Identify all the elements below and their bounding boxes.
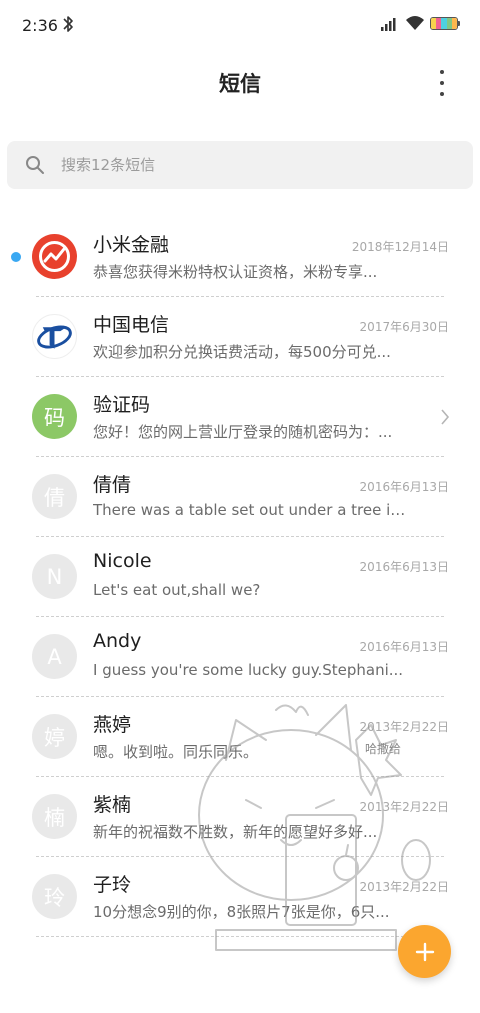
contact-avatar: N bbox=[32, 554, 77, 599]
battery-icon bbox=[430, 17, 458, 30]
contact-name: 燕婷 bbox=[93, 714, 132, 736]
conversation-item[interactable]: 码 验证码 您好！您的网上营业厅登录的随机密码为：... bbox=[0, 377, 480, 457]
contact-name: 倩倩 bbox=[93, 474, 132, 496]
contact-name: Nicole bbox=[93, 550, 152, 572]
contact-avatar: 倩 bbox=[32, 474, 77, 519]
chevron-right-icon bbox=[441, 409, 450, 425]
unread-dot bbox=[11, 252, 21, 262]
more-vertical-icon[interactable] bbox=[432, 70, 452, 96]
search-bar[interactable] bbox=[7, 141, 473, 189]
china-telecom-logo-icon bbox=[37, 325, 72, 349]
message-preview: I guess you're some lucky guy.Stephani..… bbox=[93, 661, 404, 679]
contact-avatar: 玲 bbox=[32, 874, 77, 919]
mi-finance-avatar bbox=[32, 234, 77, 279]
page-title: 短信 bbox=[219, 72, 261, 96]
bluetooth-icon bbox=[63, 16, 73, 32]
search-input[interactable] bbox=[61, 149, 441, 181]
conversation-item[interactable]: 小米金融 2018年12月14日 恭喜您获得米粉特权认证资格，米粉专享... bbox=[0, 217, 480, 297]
new-message-button[interactable] bbox=[398, 925, 451, 978]
message-date: 2017年6月30日 bbox=[359, 320, 449, 334]
contact-name: 紫楠 bbox=[93, 794, 132, 816]
message-date: 2018年12月14日 bbox=[351, 240, 449, 254]
signal-icon bbox=[381, 18, 396, 31]
watermark-text: 哈撒给 bbox=[365, 742, 402, 756]
contact-name: 子玲 bbox=[93, 874, 132, 896]
contact-name: Andy bbox=[93, 630, 142, 652]
conversation-item[interactable]: 中国电信 2017年6月30日 欢迎参加积分兑换话费活动，每500分可兑... bbox=[0, 297, 480, 377]
contact-name: 中国电信 bbox=[93, 314, 170, 336]
message-preview: There was a table set out under a tree i… bbox=[93, 501, 411, 519]
message-preview: Let's eat out,shall we? bbox=[93, 581, 261, 599]
message-date: 2016年6月13日 bbox=[359, 480, 449, 494]
status-time: 2:36 bbox=[22, 16, 58, 35]
wifi-icon bbox=[406, 16, 424, 30]
contact-avatar: 婷 bbox=[32, 714, 77, 759]
message-date: 2016年6月13日 bbox=[359, 560, 449, 574]
battery-cap bbox=[458, 21, 460, 26]
contact-name: 验证码 bbox=[93, 394, 151, 416]
message-date: 2016年6月13日 bbox=[359, 640, 449, 654]
contact-avatar: A bbox=[32, 634, 77, 679]
mi-finance-logo-icon bbox=[39, 241, 70, 272]
contact-avatar: 楠 bbox=[32, 794, 77, 839]
conversation-item[interactable]: A Andy 2016年6月13日 I guess you're some lu… bbox=[0, 617, 480, 697]
status-bar: 2:36 bbox=[0, 0, 480, 52]
message-preview: 恭喜您获得米粉特权认证资格，米粉专享... bbox=[93, 263, 378, 281]
contact-avatar: 码 bbox=[32, 394, 77, 439]
china-telecom-avatar bbox=[32, 314, 77, 359]
message-preview: 欢迎参加积分兑换话费活动，每500分可兑... bbox=[93, 343, 391, 361]
conversation-item[interactable]: 倩 倩倩 2016年6月13日 There was a table set ou… bbox=[0, 457, 480, 537]
conversation-item[interactable]: N Nicole 2016年6月13日 Let's eat out,shall … bbox=[0, 537, 480, 617]
plus-icon bbox=[415, 942, 434, 961]
search-icon bbox=[26, 156, 44, 174]
contact-name: 小米金融 bbox=[93, 234, 170, 256]
message-preview: 您好！您的网上营业厅登录的随机密码为：... bbox=[93, 423, 393, 441]
